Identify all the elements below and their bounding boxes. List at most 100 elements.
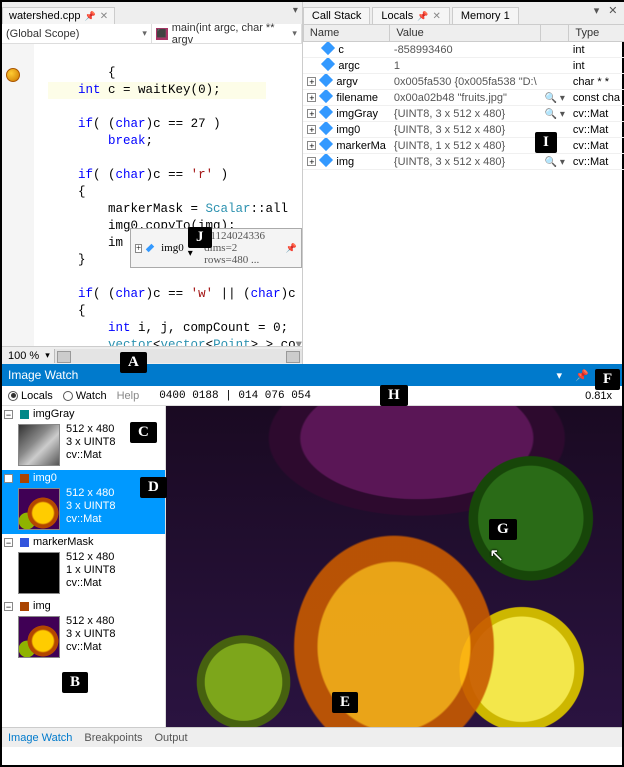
pin-icon[interactable]: 📌 — [286, 243, 297, 254]
annotation-C: C — [130, 422, 157, 443]
breakpoint-marker-icon[interactable] — [6, 68, 20, 82]
code-text[interactable]: { int c = waitKey(0); if( (char)c == 27 … — [34, 44, 302, 346]
pin-icon[interactable]: 📌 — [417, 11, 428, 22]
help-link[interactable]: Help — [117, 390, 140, 402]
expand-icon[interactable]: + — [307, 77, 316, 86]
iw-item-name: imgGray — [33, 408, 75, 420]
tab-imagewatch[interactable]: Image Watch — [8, 732, 72, 744]
debugger-datatip[interactable]: + img0 🔍 ▾ =1124024336 dims=2 rows=480 .… — [130, 228, 302, 268]
expand-icon[interactable]: − — [4, 602, 13, 611]
thumbnail[interactable] — [18, 616, 60, 658]
imagewatch-item[interactable]: 512 x 4801 x UINT8cv::Mat — [2, 548, 165, 598]
close-icon[interactable]: ✕ — [432, 11, 440, 22]
scope-dropdown-right[interactable]: ⬛ main(int argc, char ** argv▾ — [152, 24, 302, 43]
iw-channels: 1 x UINT8 — [66, 564, 116, 577]
tab-callstack[interactable]: Call Stack — [303, 7, 371, 24]
variable-icon — [319, 138, 333, 152]
imagewatch-zoom: 0.81x — [585, 390, 616, 402]
zoom-dropdown-icon[interactable]: ▾ — [45, 350, 54, 361]
imagewatch-toolbar: Locals Watch Help 0400 0188 | 014 076 05… — [2, 386, 622, 406]
code-body[interactable]: { int c = waitKey(0); if( (char)c == 27 … — [2, 44, 302, 346]
tab-output[interactable]: Output — [155, 732, 188, 744]
radio-locals[interactable]: Locals — [8, 390, 53, 402]
editor-tab-active[interactable]: watershed.cpp 📌 ✕ — [2, 7, 115, 24]
expand-icon[interactable]: − — [4, 474, 13, 483]
imagewatch-header[interactable]: Image Watch ▾ 📌 ✕ — [2, 364, 622, 386]
datatip-name: img0 — [161, 242, 184, 254]
expand-icon[interactable]: + — [307, 109, 316, 118]
annotation-D: D — [140, 477, 167, 498]
variable-icon — [319, 106, 333, 120]
annotation-I: I — [535, 132, 557, 153]
iw-type: cv::Mat — [66, 641, 116, 654]
expand-icon[interactable]: + — [307, 141, 316, 150]
color-swatch-icon — [20, 538, 29, 547]
locals-row[interactable]: +markerMa{UINT8, 1 x 512 x 480} cv::Mat — [303, 138, 624, 154]
scope-bar: (Global Scope)▾ ⬛ main(int argc, char **… — [2, 24, 302, 44]
visualizer-icon[interactable]: 🔍 ▾ — [545, 157, 565, 168]
col-vis[interactable] — [541, 25, 569, 42]
variable-icon — [319, 74, 333, 88]
col-value[interactable]: Value — [390, 25, 541, 42]
imagewatch-viewer[interactable] — [166, 406, 622, 727]
tab-label: watershed.cpp — [9, 10, 81, 22]
thumbnail[interactable] — [18, 424, 60, 466]
visualizer-icon[interactable]: 🔍 ▾ — [545, 109, 565, 120]
expand-icon[interactable]: + — [307, 157, 316, 166]
tab-locals[interactable]: Locals📌✕ — [372, 7, 449, 24]
panel-window-controls[interactable]: ▾ ✕ — [594, 4, 621, 17]
mouse-cursor-icon: ↖ — [489, 545, 504, 566]
annotation-H: H — [380, 385, 408, 406]
tab-breakpoints[interactable]: Breakpoints — [84, 732, 142, 744]
variable-icon — [319, 122, 333, 136]
thumbnail[interactable] — [18, 488, 60, 530]
variable-icon — [321, 58, 335, 72]
locals-row[interactable]: +img0{UINT8, 3 x 512 x 480} cv::Mat — [303, 122, 624, 138]
datatip-value: =1124024336 dims=2 rows=480 ... — [204, 230, 282, 266]
iw-type: cv::Mat — [66, 449, 116, 462]
expand-icon[interactable]: + — [307, 125, 316, 134]
iw-channels: 3 x UINT8 — [66, 436, 116, 449]
locals-row[interactable]: +imgGray{UINT8, 3 x 512 x 480}🔍 ▾cv::Mat — [303, 106, 624, 122]
color-swatch-icon — [20, 410, 29, 419]
locals-grid[interactable]: Name Value Type c-858993460intargc1int+a… — [303, 24, 624, 364]
image-display[interactable] — [166, 406, 622, 727]
expand-icon[interactable]: + — [307, 93, 316, 102]
radio-watch[interactable]: Watch — [63, 390, 107, 402]
variable-icon — [146, 244, 154, 252]
annotation-G: G — [489, 519, 517, 540]
variable-icon — [321, 42, 335, 56]
tab-memory[interactable]: Memory 1 — [452, 7, 519, 24]
iw-item-name: markerMask — [33, 536, 94, 548]
col-name[interactable]: Name — [303, 25, 390, 42]
bottom-tabstrip: Image Watch Breakpoints Output — [2, 727, 622, 747]
iw-dims: 512 x 480 — [66, 423, 116, 436]
annotation-B: B — [62, 672, 88, 693]
function-icon: ⬛ — [156, 28, 168, 40]
thumbnail[interactable] — [18, 552, 60, 594]
tab-dropdown-icon[interactable]: ▾ — [293, 5, 298, 16]
editor-gutter[interactable] — [2, 44, 34, 346]
iw-type: cv::Mat — [66, 513, 116, 526]
col-type[interactable]: Type — [569, 25, 624, 42]
debug-tabstrip: Call Stack Locals📌✕ Memory 1 ▾ ✕ — [303, 2, 624, 24]
locals-row[interactable]: +filename0x00a02b48 "fruits.jpg"🔍 ▾const… — [303, 90, 624, 106]
imagewatch-item[interactable]: 512 x 4803 x UINT8cv::Mat — [2, 612, 165, 662]
locals-row[interactable]: c-858993460int — [303, 42, 624, 58]
pin-icon[interactable]: 📌 — [85, 11, 96, 22]
code-editor-pane: watershed.cpp 📌 ✕ ▾ (Global Scope)▾ ⬛ ma… — [2, 2, 303, 364]
locals-row[interactable]: argc1int — [303, 58, 624, 74]
locals-row[interactable]: +argv0x005fa530 {0x005fa538 "D:\char * * — [303, 74, 624, 90]
pixel-readout: 0400 0188 | 014 076 054 — [159, 390, 311, 402]
expand-icon[interactable]: − — [4, 538, 13, 547]
iw-type: cv::Mat — [66, 577, 116, 590]
close-icon[interactable]: ✕ — [100, 11, 108, 22]
scope-dropdown-left[interactable]: (Global Scope)▾ — [2, 24, 152, 43]
visualizer-icon[interactable]: 🔍 ▾ — [545, 93, 565, 104]
horizontal-scrollbar[interactable] — [54, 349, 302, 363]
locals-row[interactable]: +img{UINT8, 3 x 512 x 480}🔍 ▾cv::Mat — [303, 154, 624, 170]
variable-icon — [319, 154, 333, 168]
expand-icon[interactable]: − — [4, 410, 13, 419]
expand-icon[interactable]: + — [135, 244, 142, 253]
zoom-level[interactable]: 100 % — [2, 350, 45, 362]
